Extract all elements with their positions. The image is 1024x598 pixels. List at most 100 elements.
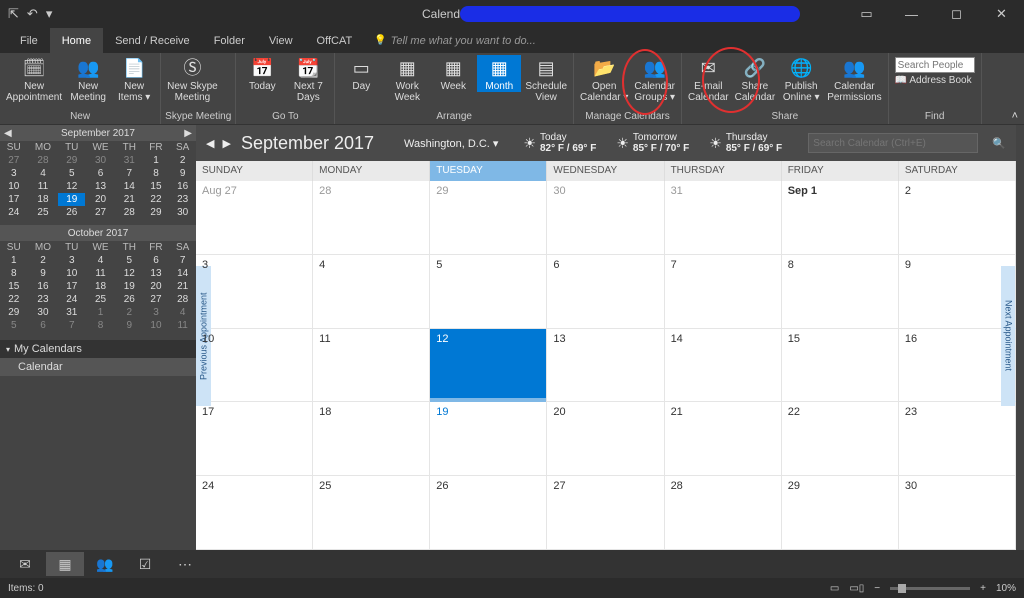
ribbon-options-icon[interactable]: ▭ <box>844 0 889 28</box>
day-cell[interactable]: 30 <box>899 476 1016 549</box>
mini-day[interactable]: 30 <box>169 206 196 219</box>
mini-day[interactable]: 21 <box>116 193 143 206</box>
mini-day[interactable]: 22 <box>0 293 28 306</box>
day-cell[interactable]: 10 <box>196 329 313 402</box>
mini-day[interactable]: 25 <box>28 206 59 219</box>
tell-me-search[interactable]: Tell me what you want to do... <box>364 28 536 53</box>
day-cell[interactable]: 13 <box>547 329 664 402</box>
mini-day[interactable]: 24 <box>0 206 28 219</box>
mini-day[interactable]: 27 <box>143 293 170 306</box>
collapse-ribbon-icon[interactable]: ˄ <box>1012 110 1018 122</box>
weather-0[interactable]: ☀Today82° F / 69° F <box>523 132 596 154</box>
close-button[interactable]: ✕ <box>979 0 1024 28</box>
day-cell[interactable]: Sep 1 <box>782 181 899 254</box>
mini-day[interactable]: 13 <box>143 267 170 280</box>
nav-mail-icon[interactable]: ✉ <box>6 552 44 576</box>
mini-day[interactable]: 30 <box>85 154 116 167</box>
ribbon-arrange-1[interactable]: ▦Work Week <box>385 55 429 103</box>
mini-day[interactable]: 16 <box>169 180 196 193</box>
mini-day[interactable]: 5 <box>58 167 85 180</box>
ribbon-arrange-0[interactable]: ▭Day <box>339 55 383 92</box>
ribbon-manage-1[interactable]: 👥Calendar Groups ▾ <box>632 55 677 103</box>
mini-day[interactable]: 20 <box>85 193 116 206</box>
ribbon-share-1[interactable]: 🔗Share Calendar <box>733 55 778 103</box>
ribbon-goto-1[interactable]: 📆Next 7 Days <box>286 55 330 103</box>
view-reading-icon[interactable]: ▭▯ <box>849 583 864 594</box>
tab-offcat[interactable]: OffCAT <box>305 28 365 53</box>
day-cell[interactable]: 29 <box>430 181 547 254</box>
day-cell[interactable]: 30 <box>547 181 664 254</box>
day-cell[interactable]: 16 <box>899 329 1016 402</box>
nav-people-icon[interactable]: 👥 <box>86 552 124 576</box>
day-cell[interactable]: 22 <box>782 402 899 475</box>
ribbon-arrange-4[interactable]: ▤Schedule View <box>523 55 569 103</box>
mini-day[interactable]: 23 <box>28 293 59 306</box>
mini-day[interactable]: 7 <box>116 167 143 180</box>
undo-icon[interactable]: ↶ <box>27 6 38 22</box>
view-normal-icon[interactable]: ▭ <box>830 583 839 594</box>
day-cell[interactable]: 20 <box>547 402 664 475</box>
day-cell[interactable]: 23 <box>899 402 1016 475</box>
maximize-button[interactable]: ◻ <box>934 0 979 28</box>
mini-day[interactable]: 27 <box>0 154 28 167</box>
day-cell[interactable]: 29 <box>782 476 899 549</box>
mini-day[interactable]: 19 <box>116 280 143 293</box>
mini-day[interactable]: 18 <box>85 280 116 293</box>
weather-1[interactable]: ☀Tomorrow85° F / 70° F <box>616 132 689 154</box>
day-cell[interactable]: 15 <box>782 329 899 402</box>
day-cell[interactable]: 19 <box>430 402 547 475</box>
mini-day[interactable]: 15 <box>143 180 170 193</box>
mini-day[interactable]: 13 <box>85 180 116 193</box>
mini-day[interactable]: 11 <box>169 319 196 332</box>
tab-send-receive[interactable]: Send / Receive <box>103 28 202 53</box>
mini-day[interactable]: 26 <box>58 206 85 219</box>
mini-day[interactable]: 5 <box>116 254 143 267</box>
mini-day[interactable]: 20 <box>143 280 170 293</box>
mini-day[interactable]: 16 <box>28 280 59 293</box>
my-calendars-header[interactable]: My Calendars <box>0 340 196 358</box>
mini-day[interactable]: 26 <box>116 293 143 306</box>
mini-day[interactable]: 8 <box>85 319 116 332</box>
mini-day[interactable]: 22 <box>143 193 170 206</box>
mini-day[interactable]: 3 <box>143 306 170 319</box>
mini-day[interactable]: 3 <box>0 167 28 180</box>
mini-day[interactable]: 17 <box>0 193 28 206</box>
mini-day[interactable]: 7 <box>58 319 85 332</box>
ribbon-new-2[interactable]: 📄New Items ▾ <box>112 55 156 103</box>
mini-calendar-oct[interactable]: SUMOTUWETHFRSA12345678910111213141516171… <box>0 241 196 332</box>
day-cell[interactable]: 18 <box>313 402 430 475</box>
ribbon-share-0[interactable]: ✉E-mail Calendar <box>686 55 731 103</box>
mini-day[interactable]: 28 <box>28 154 59 167</box>
mini-day[interactable]: 18 <box>28 193 59 206</box>
mini-day[interactable]: 14 <box>169 267 196 280</box>
ribbon-manage-0[interactable]: 📂Open Calendar ▾ <box>578 55 630 103</box>
day-cell[interactable]: 27 <box>547 476 664 549</box>
mini-day[interactable]: 27 <box>85 206 116 219</box>
mini-day[interactable]: 11 <box>85 267 116 280</box>
ribbon-arrange-3[interactable]: ▦Month <box>477 55 521 92</box>
calendar-list-item[interactable]: Calendar <box>0 358 196 376</box>
mini-day[interactable]: 29 <box>58 154 85 167</box>
mini-day[interactable]: 6 <box>143 254 170 267</box>
mini-day[interactable]: 8 <box>143 167 170 180</box>
mini-day[interactable]: 9 <box>28 267 59 280</box>
tab-view[interactable]: View <box>257 28 305 53</box>
mini-day[interactable]: 28 <box>169 293 196 306</box>
mini-day[interactable]: 1 <box>85 306 116 319</box>
mini-day[interactable]: 7 <box>169 254 196 267</box>
mini-day[interactable]: 1 <box>143 154 170 167</box>
day-cell[interactable]: 3 <box>196 255 313 328</box>
mini-day[interactable]: 2 <box>169 154 196 167</box>
mini-day[interactable]: 19 <box>58 193 85 206</box>
ribbon-goto-0[interactable]: 📅Today <box>240 55 284 92</box>
day-cell[interactable]: 11 <box>313 329 430 402</box>
mini-day[interactable]: 11 <box>28 180 59 193</box>
month-grid[interactable]: Previous Appointment Next Appointment Au… <box>196 181 1016 550</box>
mini-day[interactable]: 1 <box>0 254 28 267</box>
mini-day[interactable]: 8 <box>0 267 28 280</box>
address-book-button[interactable]: 📖 Address Book <box>895 75 975 86</box>
mini-day[interactable]: 28 <box>116 206 143 219</box>
mini-day[interactable]: 29 <box>0 306 28 319</box>
mini-day[interactable]: 14 <box>116 180 143 193</box>
mini-day[interactable]: 2 <box>116 306 143 319</box>
